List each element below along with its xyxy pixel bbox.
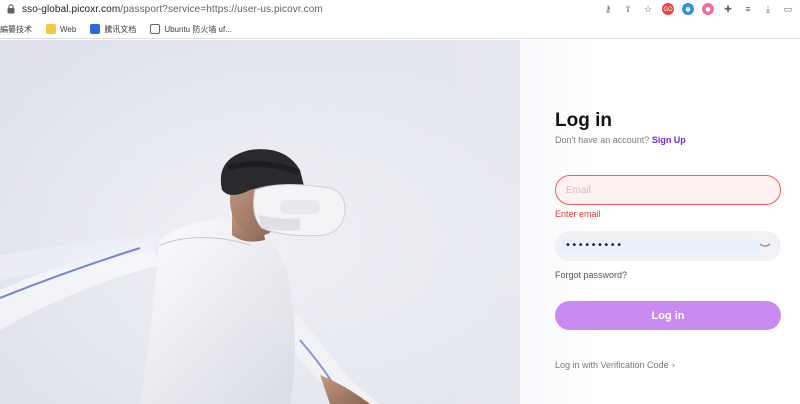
sidebar-icon[interactable]: ▭ <box>782 3 794 15</box>
folder-icon <box>46 24 56 34</box>
star-icon[interactable]: ☆ <box>642 3 654 15</box>
login-panel: Log in Don't have an account? Sign Up En… <box>555 40 781 404</box>
download-icon[interactable]: ⤓ <box>762 3 774 15</box>
bookmark-item[interactable]: 騰讯文档 <box>90 24 136 35</box>
bookmark-item[interactable]: Ubuntu 防火墙 uf... <box>150 24 232 35</box>
bookmark-label: Ubuntu 防火墙 uf... <box>164 24 232 34</box>
email-input[interactable] <box>555 175 781 205</box>
reading-list-icon[interactable]: ≡ <box>742 3 754 15</box>
eye-closed-icon[interactable] <box>759 240 771 250</box>
key-icon[interactable]: ⚷ <box>602 3 614 15</box>
page-title: Log in <box>555 110 612 131</box>
share-icon[interactable]: ⇪ <box>622 3 634 15</box>
docs-icon <box>90 24 101 34</box>
extension-pink-icon[interactable]: ● <box>702 3 714 15</box>
extension-blue-icon[interactable]: ● <box>682 3 694 15</box>
vr-hero-image <box>0 40 520 404</box>
verification-link-label: Log in with Verification Code <box>555 360 669 370</box>
bookmark-label: 騰讯文档 <box>104 24 137 34</box>
bookmark-item[interactable]: 編纂技术 <box>0 24 32 35</box>
bookmark-label: 編纂技术 <box>0 24 32 34</box>
password-value: ••••••••• <box>565 240 623 251</box>
bookmark-label: Web <box>60 24 77 34</box>
bookmark-item[interactable]: Web <box>46 24 76 34</box>
puzzle-icon[interactable]: ✚ <box>722 3 734 15</box>
toolbar-extensions: ⚷ ⇪ ☆ GO ● ● ✚ ≡ ⤓ ▭ <box>602 1 794 17</box>
login-button[interactable]: Log in <box>555 301 781 330</box>
address-bar[interactable]: sso-global.picoxr.com/passport?service=h… <box>0 0 800 18</box>
chevron-right-icon: › <box>671 361 676 371</box>
no-account-text: Don't have an account? <box>555 135 650 145</box>
email-error-text: Enter email <box>555 209 601 219</box>
forgot-password-link[interactable]: Forgot password? <box>555 270 627 280</box>
signup-prompt: Don't have an account? Sign Up <box>555 135 686 145</box>
login-page: Log in Don't have an account? Sign Up En… <box>0 40 800 404</box>
signup-link[interactable]: Sign Up <box>652 135 686 145</box>
lock-icon[interactable] <box>4 4 18 14</box>
extension-red-icon[interactable]: GO <box>662 3 674 15</box>
password-input[interactable]: ••••••••• <box>555 231 781 261</box>
url-text[interactable]: sso-global.picoxr.com/passport?service=h… <box>22 4 323 15</box>
verification-code-link[interactable]: Log in with Verification Code › <box>555 360 675 371</box>
bookmarks-bar: 編纂技术 Web 騰讯文档 Ubuntu 防火墙 uf... <box>0 20 800 39</box>
ubuntu-icon <box>150 24 161 34</box>
